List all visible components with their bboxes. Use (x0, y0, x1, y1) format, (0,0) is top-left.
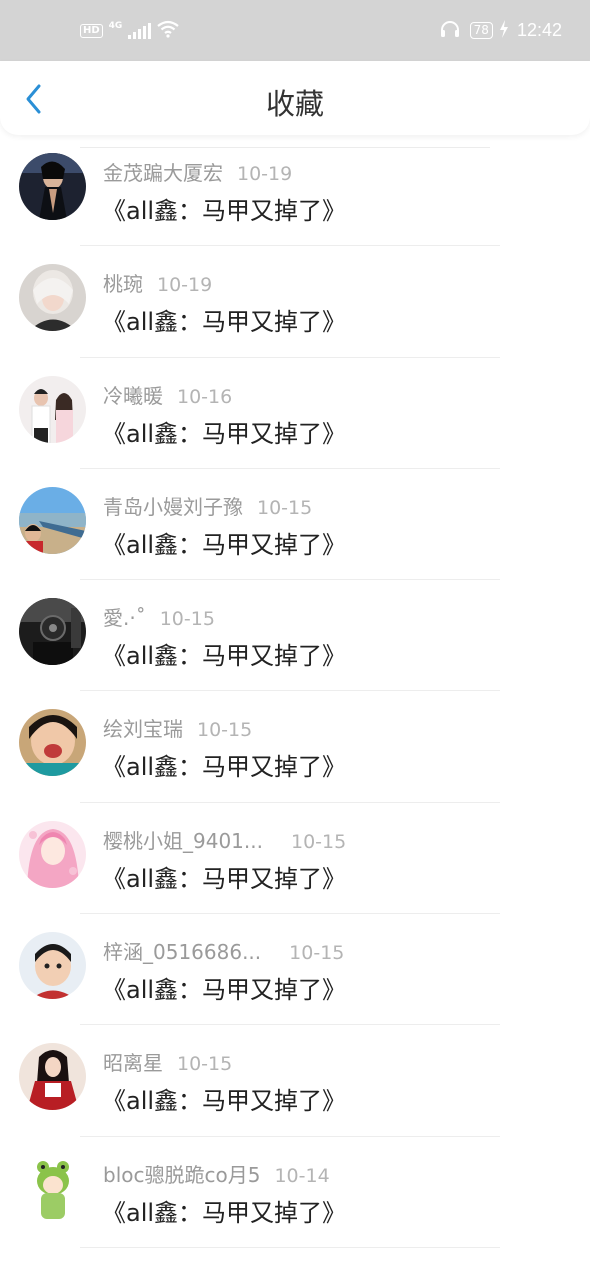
user-name[interactable]: 桃琬 (103, 272, 143, 296)
avatar[interactable] (19, 598, 86, 666)
favorite-title[interactable]: 《all鑫：马甲又掉了》 (102, 1081, 346, 1116)
date: 10-14 (274, 1164, 330, 1187)
list-item[interactable]: 金茂蹁大厦宏 10-19 《all鑫：马甲又掉了》 (0, 135, 590, 247)
date: 10-15 (289, 942, 345, 965)
status-bar: HD 4G 78 12:42 (0, 0, 590, 61)
user-name[interactable]: 昭离星 (103, 1051, 163, 1075)
network-type: 4G (108, 20, 123, 31)
list-item-meta: 桃琬 10-19 (103, 268, 212, 297)
list-item[interactable]: 梓涵_0516686... 10-15 《all鑫：马甲又掉了》 (0, 914, 590, 1026)
list-item[interactable]: 桃琬 10-19 《all鑫：马甲又掉了》 (0, 246, 590, 358)
signal-icon (128, 22, 152, 39)
list-item[interactable]: bloc骢脱跪co月5 10-14 《all鑫：马甲又掉了》 (0, 1137, 590, 1248)
date: 10-15 (177, 1053, 233, 1076)
title-bar: 收藏 (0, 61, 590, 135)
favorite-title[interactable]: 《all鑫：马甲又掉了》 (102, 1193, 346, 1228)
avatar[interactable] (19, 264, 86, 332)
list-item-meta: 金茂蹁大厦宏 10-19 (103, 157, 292, 186)
favorite-title[interactable]: 《all鑫：马甲又掉了》 (102, 302, 346, 337)
list-item[interactable]: 樱桃小姐_9401... 10-15 《all鑫：马甲又掉了》 (0, 803, 590, 915)
favorite-title[interactable]: 《all鑫：马甲又掉了》 (102, 859, 346, 894)
date: 10-15 (197, 719, 253, 742)
wifi-icon (157, 20, 180, 42)
list-item[interactable]: 绘刘宝瑞 10-15 《all鑫：马甲又掉了》 (0, 691, 590, 803)
list-item-meta: 绘刘宝瑞 10-15 (103, 713, 252, 742)
date: 10-15 (257, 496, 313, 519)
list-item-meta: 青岛小嫚刘子豫 10-15 (103, 491, 312, 520)
date: 10-19 (237, 163, 293, 185)
list-item[interactable]: 愛.·˚ 10-15 《all鑫：马甲又掉了》 (0, 580, 590, 692)
list-item[interactable]: 昭离星 10-15 《all鑫：马甲又掉了》 (0, 1025, 590, 1137)
favorite-title[interactable]: 《all鑫：马甲又掉了》 (102, 970, 346, 1005)
list-item-meta: 梓涵_0516686... 10-15 (103, 936, 344, 965)
list-item-meta: 昭离星 10-15 (103, 1047, 232, 1076)
favorite-title[interactable]: 《all鑫：马甲又掉了》 (102, 414, 346, 449)
battery-level: 78 (469, 22, 493, 39)
favorite-title[interactable]: 《all鑫：马甲又掉了》 (102, 747, 346, 782)
user-name[interactable]: 愛.·˚ (103, 606, 146, 630)
avatar[interactable] (19, 820, 86, 888)
favorites-list: 金茂蹁大厦宏 10-19 《all鑫：马甲又掉了》 桃琬 10-19 《all鑫：马… (0, 135, 590, 1248)
list-item-meta: bloc骢脱跪co月5 10-14 (103, 1159, 330, 1188)
divider (80, 1246, 500, 1248)
charging-icon (499, 19, 509, 42)
date: 10-15 (159, 608, 215, 631)
avatar[interactable] (19, 153, 86, 220)
avatar[interactable] (19, 486, 86, 554)
headphones-icon (440, 20, 460, 42)
list-item-meta: 樱桃小姐_9401... 10-15 (103, 825, 346, 854)
avatar[interactable] (19, 932, 86, 1000)
hd-badge: HD (80, 23, 103, 38)
favorite-title[interactable]: 《all鑫：马甲又掉了》 (102, 636, 346, 671)
list-item[interactable]: 冷曦暖 10-16 《all鑫：马甲又掉了》 (0, 358, 590, 469)
list-item-meta: 愛.·˚ 10-15 (103, 602, 215, 631)
list-item[interactable]: 青岛小嫚刘子豫 10-15 《all鑫：马甲又掉了》 (0, 469, 590, 581)
user-name[interactable]: 冷曦暖 (103, 384, 163, 408)
date: 10-16 (177, 385, 233, 408)
user-name[interactable]: 金茂蹁大厦宏 (103, 161, 223, 185)
status-time: 12:42 (516, 20, 562, 40)
favorite-title[interactable]: 《all鑫：马甲又掉了》 (102, 191, 346, 226)
user-name[interactable]: 青岛小嫚刘子豫 (103, 495, 243, 519)
list-item-meta: 冷曦暖 10-16 (103, 380, 232, 409)
avatar[interactable] (19, 709, 86, 777)
status-right: 78 12:42 (440, 19, 562, 42)
user-name[interactable]: 绘刘宝瑞 (103, 717, 183, 741)
avatar[interactable] (19, 1154, 86, 1222)
page-title: 收藏 (265, 87, 324, 121)
avatar[interactable] (19, 1043, 86, 1111)
user-name[interactable]: 梓涵_0516686... (103, 940, 261, 964)
favorite-title[interactable]: 《all鑫：马甲又掉了》 (102, 525, 346, 560)
user-name[interactable]: bloc骢脱跪co月5 (103, 1163, 260, 1187)
date: 10-19 (157, 274, 213, 297)
avatar[interactable] (19, 375, 86, 443)
user-name[interactable]: 樱桃小姐_9401... (103, 829, 263, 853)
date: 10-15 (290, 830, 347, 853)
status-left: HD 4G (80, 20, 180, 42)
